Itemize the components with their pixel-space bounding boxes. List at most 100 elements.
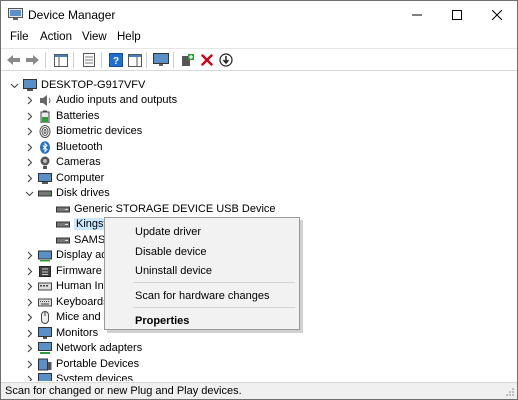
toolbar-separator (45, 52, 46, 68)
forward-icon[interactable] (24, 52, 41, 68)
drive-icon (56, 203, 70, 216)
scan-hardware-changes-menu-item[interactable]: Scan for hardware changes (135, 290, 270, 302)
back-icon[interactable] (5, 52, 22, 68)
tree-item-label: Batteries (56, 110, 100, 122)
tree-item-biometric[interactable]: Biometric devices (25, 123, 142, 139)
show-hide-console-tree-icon[interactable] (52, 52, 69, 68)
expand-chevron-icon[interactable] (25, 251, 34, 260)
disable-device-menu-item[interactable]: Disable device (135, 246, 207, 258)
drive-icon (56, 218, 70, 231)
menu-help[interactable]: Help (117, 31, 141, 43)
tree-item-network-adapters[interactable]: Network adapters (25, 340, 142, 356)
tree-item-cameras[interactable]: Cameras (25, 154, 101, 170)
tree-item-audio[interactable]: Audio inputs and outputs (25, 92, 177, 108)
display-adapter-icon (38, 249, 52, 262)
portable-device-icon (38, 358, 52, 371)
expand-chevron-icon[interactable] (25, 143, 34, 152)
monitor-icon[interactable] (152, 52, 169, 68)
toolbar-separator (173, 52, 174, 68)
resize-grip-icon[interactable] (505, 387, 515, 397)
toolbar-separator (73, 52, 74, 68)
expand-chevron-icon[interactable] (25, 375, 34, 381)
action-pane-icon[interactable] (126, 52, 143, 68)
tree-item-monitors[interactable]: Monitors (25, 325, 98, 341)
expand-chevron-icon[interactable] (25, 158, 34, 167)
tree-item-label: Keyboards (56, 296, 109, 308)
expand-chevron-icon[interactable] (25, 329, 34, 338)
collapse-chevron-icon[interactable] (10, 81, 19, 90)
expand-chevron-icon[interactable] (25, 298, 34, 307)
biometric-icon (38, 124, 52, 138)
tree-item-firmware[interactable]: Firmware (25, 263, 102, 279)
expand-chevron-icon[interactable] (25, 96, 34, 105)
title-bar[interactable]: Device Manager (1, 1, 517, 29)
speaker-icon (38, 94, 52, 107)
monitor-icon (38, 326, 52, 340)
toolbar-separator (101, 52, 102, 68)
expand-chevron-icon[interactable] (25, 282, 34, 291)
expand-chevron-icon[interactable] (25, 313, 34, 322)
update-driver-icon[interactable] (217, 52, 234, 68)
expand-chevron-icon[interactable] (25, 267, 34, 276)
tree-root[interactable]: DESKTOP-G917VFV (10, 77, 145, 93)
collapse-chevron-icon[interactable] (25, 189, 34, 198)
context-menu-separator (133, 282, 295, 283)
toolbar: ? (1, 48, 517, 71)
tree-item-human-interface[interactable]: Human Int (25, 278, 107, 294)
help-icon[interactable]: ? (107, 52, 124, 68)
device-manager-window: Device Manager File Action View Help ? D… (0, 0, 518, 400)
tree-item-bluetooth[interactable]: Bluetooth (25, 139, 102, 155)
expand-chevron-icon[interactable] (25, 112, 34, 121)
tree-item-display-adapters[interactable]: Display ada (25, 247, 113, 263)
tree-item-mice[interactable]: Mice and o (25, 309, 110, 325)
tree-item-portable-devices[interactable]: Portable Devices (25, 356, 139, 372)
battery-icon (38, 110, 52, 123)
network-icon (38, 341, 52, 355)
tree-root-label: DESKTOP-G917VFV (41, 79, 146, 91)
minimize-button[interactable] (397, 1, 437, 29)
hid-icon (38, 280, 52, 293)
toolbar-separator (146, 52, 147, 68)
expand-chevron-icon[interactable] (25, 174, 34, 183)
system-device-icon (38, 372, 52, 381)
menu-file[interactable]: File (10, 31, 29, 43)
expand-chevron-icon[interactable] (25, 127, 34, 136)
window-title: Device Manager (28, 8, 116, 22)
status-bar: Scan for changed or new Plug and Play de… (1, 382, 517, 399)
properties-menu-item[interactable]: Properties (135, 315, 189, 327)
context-menu: Update driver Disable device Uninstall d… (104, 217, 300, 330)
disk-drive-icon (38, 187, 52, 200)
status-text: Scan for changed or new Plug and Play de… (5, 385, 242, 397)
svg-text:?: ? (112, 56, 118, 67)
menu-action[interactable]: Action (40, 31, 72, 43)
uninstall-x-icon[interactable] (198, 52, 215, 68)
bluetooth-icon (38, 140, 52, 154)
uninstall-device-menu-item[interactable]: Uninstall device (135, 265, 212, 277)
maximize-button[interactable] (437, 1, 477, 29)
update-driver-menu-item[interactable]: Update driver (135, 226, 201, 238)
tree-item-computer[interactable]: Computer (25, 170, 104, 186)
tree-item-label: Generic STORAGE DEVICE USB Device (74, 203, 276, 215)
properties-icon[interactable] (80, 52, 97, 68)
add-legacy-hardware-icon[interactable] (179, 52, 196, 68)
tree-item-label: Disk drives (56, 187, 110, 199)
camera-icon (38, 156, 52, 169)
tree-item-system-devices[interactable]: System devices (25, 371, 133, 381)
expand-chevron-icon[interactable] (25, 360, 34, 369)
computer-icon (38, 172, 52, 185)
menu-view[interactable]: View (82, 31, 107, 43)
tree-item-label: System devices (56, 373, 134, 381)
close-button[interactable] (477, 1, 517, 29)
tree-item-disk-drives[interactable]: Disk drives (25, 185, 110, 201)
tree-item-generic-storage[interactable]: Generic STORAGE DEVICE USB Device (56, 201, 276, 217)
tree-item-keyboards[interactable]: Keyboards (25, 294, 109, 310)
tree-item-label: Cameras (56, 156, 101, 168)
context-menu-separator (133, 307, 295, 308)
keyboard-icon (38, 296, 52, 309)
tree-item-label: Biometric devices (56, 125, 143, 137)
tree-item-label: Portable Devices (56, 358, 140, 370)
tree-item-batteries[interactable]: Batteries (25, 108, 99, 124)
firmware-icon (38, 265, 52, 278)
expand-chevron-icon[interactable] (25, 344, 34, 353)
tree-item-label: Mice and o (56, 311, 110, 323)
